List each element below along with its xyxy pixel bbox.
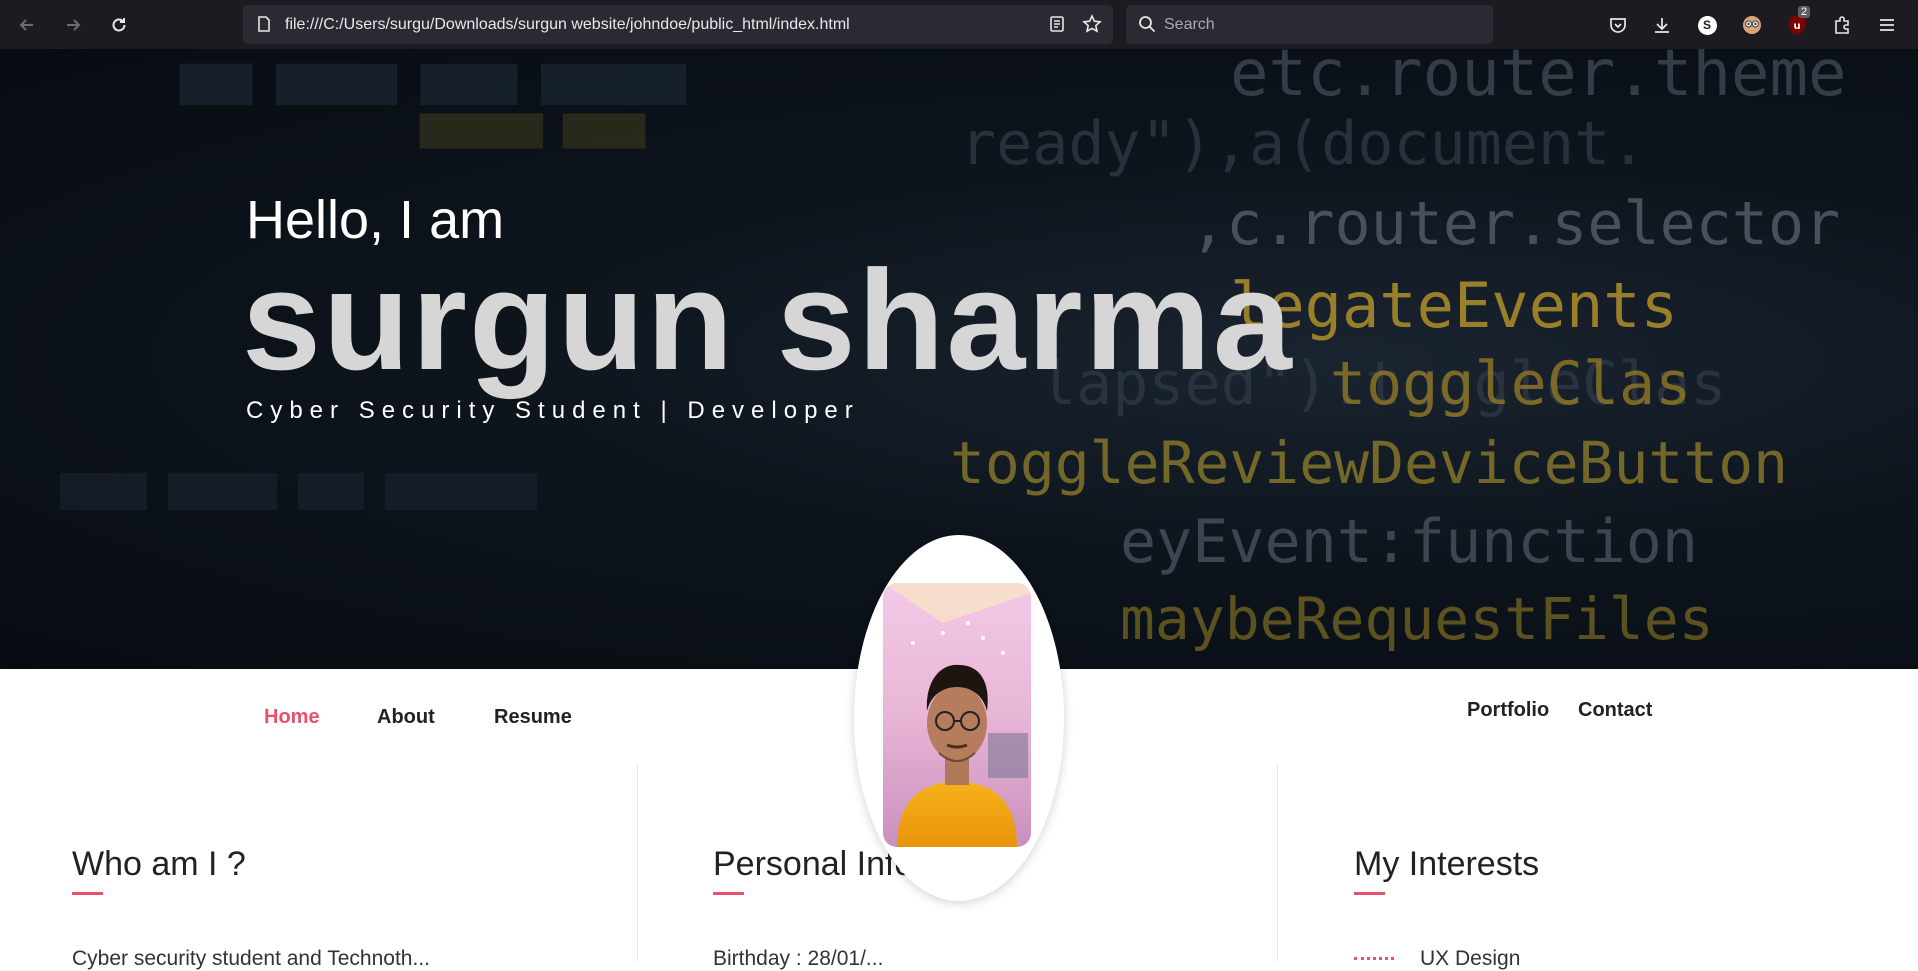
interest-item: UX Design xyxy=(1420,947,1521,970)
interest-marker xyxy=(1354,957,1394,961)
personal-info-text: Birthday : 28/01/... xyxy=(713,947,884,970)
menu-hamburger-icon[interactable] xyxy=(1874,12,1900,38)
ublock-extension-icon[interactable]: u 2 xyxy=(1784,6,1811,38)
url-bar[interactable]: file:///C:/Users/surgu/Downloads/surgun … xyxy=(243,5,1113,44)
pocket-icon[interactable] xyxy=(1605,12,1631,38)
hero-name: surgun sharma xyxy=(242,241,1294,400)
who-am-i-text: Cyber security student and Technoth... xyxy=(72,947,430,970)
nav-resume[interactable]: Resume xyxy=(494,706,572,729)
reader-view-icon[interactable] xyxy=(1048,15,1066,38)
svg-text:u: u xyxy=(1793,21,1800,32)
url-text[interactable]: file:///C:/Users/surgu/Downloads/surgun … xyxy=(285,16,850,34)
forward-arrow-icon xyxy=(67,19,81,31)
my-interests-title: My Interests xyxy=(1354,845,1540,883)
who-am-i-title: Who am I ? xyxy=(72,845,246,883)
nav-contact[interactable]: Contact xyxy=(1578,699,1652,722)
back-button[interactable] xyxy=(14,12,40,38)
forward-button[interactable] xyxy=(60,12,86,38)
page-icon xyxy=(255,15,273,38)
reload-icon xyxy=(112,18,126,32)
profile-photo xyxy=(883,583,1031,847)
search-icon xyxy=(1138,15,1156,38)
title-underline xyxy=(72,892,103,895)
column-divider xyxy=(637,765,638,961)
downloads-icon[interactable] xyxy=(1649,12,1675,38)
back-arrow-icon xyxy=(19,19,33,31)
title-underline xyxy=(1354,892,1385,895)
extensions-puzzle-icon[interactable] xyxy=(1829,12,1855,38)
extension-badge: 2 xyxy=(1798,6,1811,18)
reload-button[interactable] xyxy=(106,12,132,38)
bookmark-star-icon[interactable] xyxy=(1082,14,1102,39)
browser-toolbar: file:///C:/Users/surgu/Downloads/surgun … xyxy=(0,0,1918,49)
hero-subtitle: Cyber Security Student | Developer xyxy=(246,397,860,424)
title-underline xyxy=(713,892,744,895)
search-bar[interactable]: Search xyxy=(1126,5,1493,44)
personal-info-title: Personal Info xyxy=(713,845,914,883)
nav-portfolio[interactable]: Portfolio xyxy=(1467,699,1549,722)
profile-avatar-frame xyxy=(854,535,1064,901)
nav-about[interactable]: About xyxy=(377,706,435,729)
nav-home[interactable]: Home xyxy=(264,706,320,729)
privacy-extension-icon[interactable] xyxy=(1739,12,1765,38)
search-placeholder: Search xyxy=(1164,16,1215,33)
profile-extension-icon[interactable]: S xyxy=(1694,12,1720,38)
column-divider xyxy=(1277,765,1278,961)
